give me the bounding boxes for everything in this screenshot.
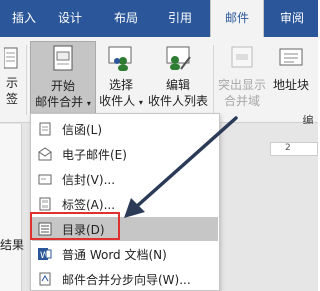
annotation-arrow — [124, 116, 238, 218]
word-window: { "tabs": [ {"label": "插入", "active": fa… — [0, 0, 318, 291]
